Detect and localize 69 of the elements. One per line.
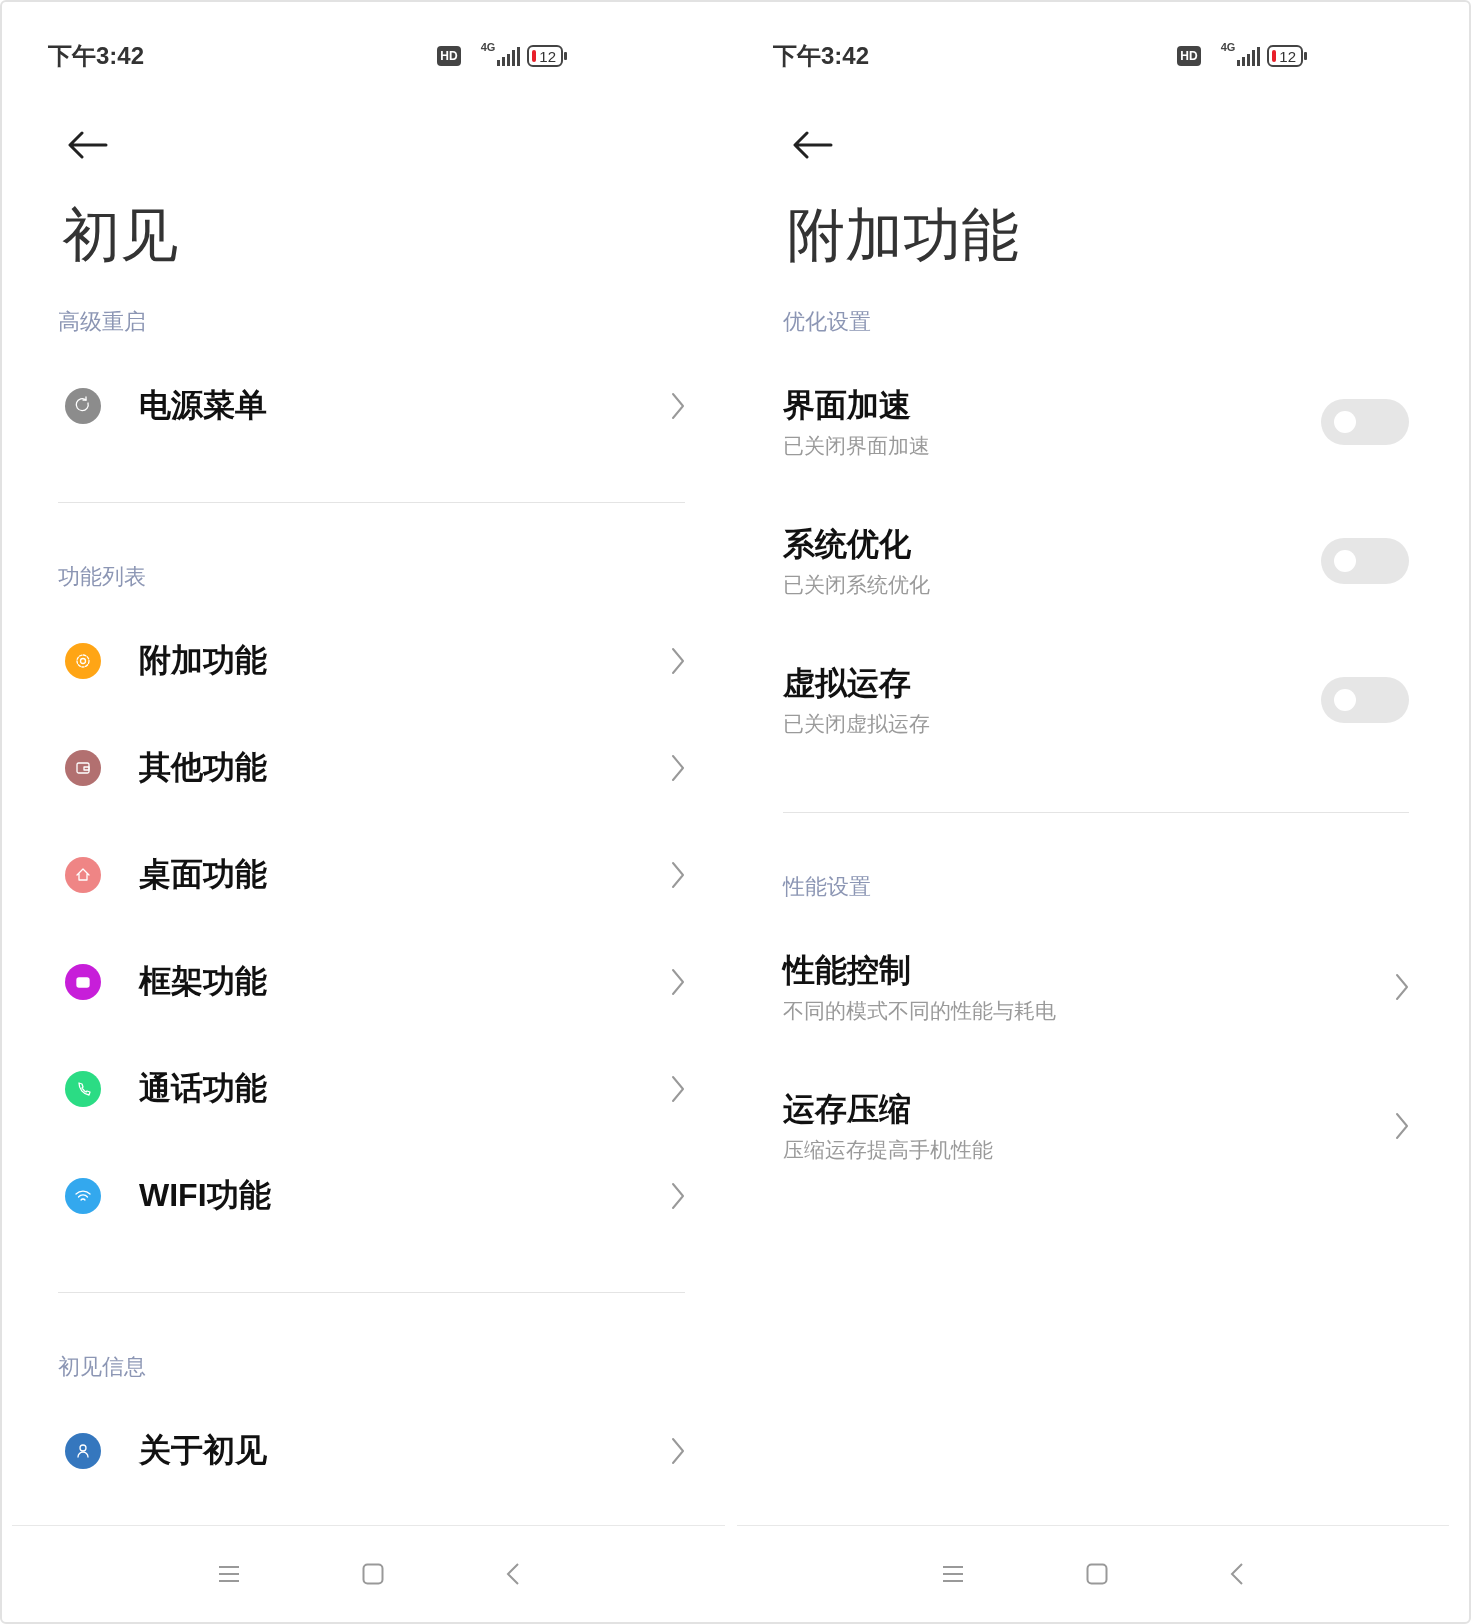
item-label: 附加功能 xyxy=(139,640,268,680)
menu-item[interactable]: 通话功能 xyxy=(58,1035,685,1142)
home-square-icon[interactable] xyxy=(1086,1563,1108,1585)
menu-icon[interactable] xyxy=(217,1565,240,1583)
page-title: 附加功能 xyxy=(786,201,1019,269)
item-label: 通话功能 xyxy=(139,1068,268,1108)
section-header: 高级重启 xyxy=(58,308,146,336)
item-label: 性能控制 xyxy=(783,950,912,990)
menu-item[interactable]: 框架功能 xyxy=(58,928,685,1035)
toggle-row[interactable]: 界面加速 已关闭界面加速 xyxy=(783,352,1409,491)
item-description: 已关闭虚拟运存 xyxy=(783,710,931,737)
menu-item[interactable]: 其他功能 xyxy=(58,714,685,821)
menu-item[interactable]: 桌面功能 xyxy=(58,821,685,928)
chevron-right-icon xyxy=(1395,1111,1409,1140)
menu-icon[interactable] xyxy=(942,1565,964,1583)
hd-badge: HD xyxy=(1177,46,1201,66)
menu-item[interactable]: WIFI功能 xyxy=(58,1142,685,1249)
battery-indicator: 12 xyxy=(527,45,563,67)
chevron-right-icon xyxy=(671,1181,685,1210)
item-description: 不同的模式不同的性能与耗电 xyxy=(783,997,1057,1024)
item-label: 关于初见 xyxy=(139,1430,268,1470)
item-label: 虚拟运存 xyxy=(783,663,912,703)
page-title: 初见 xyxy=(61,201,178,269)
section-header: 优化设置 xyxy=(783,308,871,336)
menu-item[interactable]: 性能控制 不同的模式不同的性能与耗电 xyxy=(783,917,1409,1056)
section-header: 功能列表 xyxy=(58,563,146,591)
chevron-right-icon xyxy=(671,753,685,782)
item-label: 界面加速 xyxy=(783,385,912,425)
signal-icon xyxy=(495,46,522,66)
item-label: 框架功能 xyxy=(139,961,268,1001)
back-icon[interactable] xyxy=(1230,1563,1244,1585)
back-icon[interactable] xyxy=(505,1563,520,1585)
battery-indicator: 12 xyxy=(1267,45,1303,67)
back-arrow-icon[interactable] xyxy=(793,131,833,159)
item-description: 已关闭系统优化 xyxy=(783,571,931,598)
chevron-right-icon xyxy=(1395,972,1409,1001)
signal-icon xyxy=(1235,46,1262,66)
toggle-switch[interactable] xyxy=(1321,537,1409,584)
chevron-right-icon xyxy=(671,967,685,996)
toggle-switch[interactable] xyxy=(1321,398,1409,445)
toggle-row[interactable]: 系统优化 已关闭系统优化 xyxy=(783,491,1409,630)
chevron-right-icon xyxy=(671,1074,685,1103)
chevron-right-icon xyxy=(671,646,685,675)
section-header: 性能设置 xyxy=(783,873,871,901)
item-description: 压缩运存提高手机性能 xyxy=(783,1136,994,1163)
menu-item[interactable]: 关于初见 xyxy=(58,1397,685,1504)
toggle-switch[interactable] xyxy=(1321,676,1409,723)
chevron-right-icon xyxy=(671,1436,685,1465)
home-square-icon[interactable] xyxy=(361,1563,384,1585)
menu-item[interactable]: 电源菜单 xyxy=(58,352,685,459)
menu-item[interactable]: 附加功能 xyxy=(58,607,685,714)
network-label: 4G xyxy=(480,41,496,53)
status-time: 下午3:42 xyxy=(48,41,145,71)
network-label: 4G xyxy=(1220,41,1236,53)
item-label: 系统优化 xyxy=(783,524,912,564)
hd-badge: HD xyxy=(437,46,461,66)
chevron-right-icon xyxy=(671,860,685,889)
chevron-right-icon xyxy=(671,391,685,420)
item-label: 桌面功能 xyxy=(139,854,268,894)
back-arrow-icon[interactable] xyxy=(68,131,108,159)
toggle-row[interactable]: 虚拟运存 已关闭虚拟运存 xyxy=(783,630,1409,769)
item-label: WIFI功能 xyxy=(139,1175,272,1215)
item-label: 运存压缩 xyxy=(783,1089,912,1129)
item-description: 已关闭界面加速 xyxy=(783,432,931,459)
section-header: 初见信息 xyxy=(58,1353,146,1381)
menu-item[interactable]: 运存压缩 压缩运存提高手机性能 xyxy=(783,1056,1409,1195)
item-label: 电源菜单 xyxy=(139,385,268,425)
status-time: 下午3:42 xyxy=(773,41,870,71)
item-label: 其他功能 xyxy=(139,747,268,787)
